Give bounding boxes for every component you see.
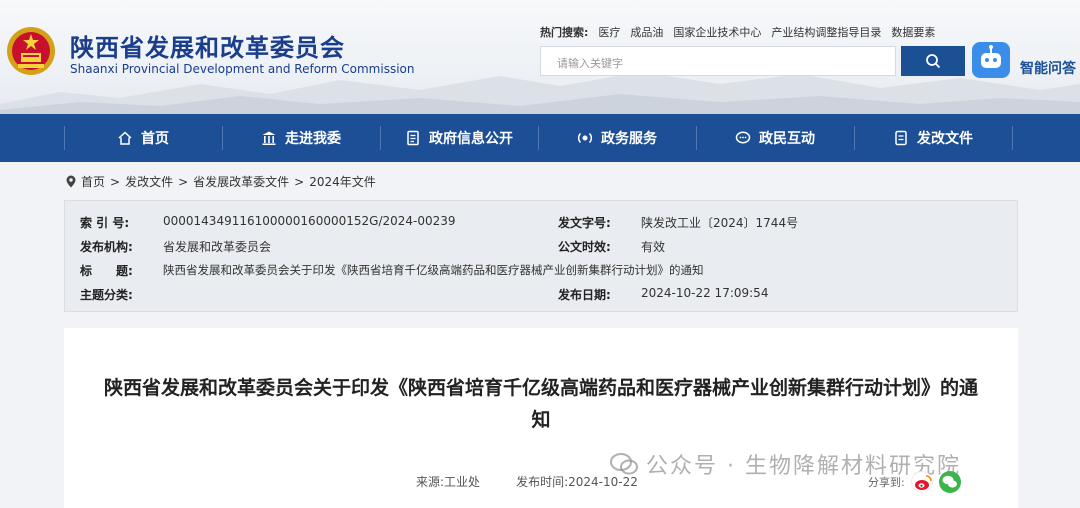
topic-label: 主题分类: [80,288,133,302]
time-label: 发布时间: [516,475,569,489]
site-title[interactable]: 陕西省发展和改革委员会 [70,28,345,63]
weibo-icon [914,475,932,490]
chat-icon [735,131,751,144]
search-icon [926,54,941,69]
national-emblem-icon [7,27,55,75]
main-nav: 首页 走进我委 政府信息公开 政务服务 政民互动 发改文件 [0,114,1080,162]
hot-search-row: 热门搜索: 医疗 成品油 国家企业技术中心 产业结构调整指导目录 数据要素 [540,24,935,40]
nav-label: 发改文件 [917,131,973,147]
share-label: 分享到: [868,476,905,489]
breadcrumb-separator: > [110,174,121,189]
service-icon [577,132,593,144]
nav-item-documents[interactable]: 发改文件 [854,114,1012,162]
article-info: 来源:工业处 发布时间:2024-10-22 [416,473,638,490]
breadcrumb: 首页 > 发改文件 > 省发展改革委文件 > 2024年文件 [66,173,376,190]
breadcrumb-separator: > [294,174,305,189]
nav-label: 走进我委 [285,131,341,147]
home-icon [118,131,132,145]
breadcrumb-documents[interactable]: 发改文件 [125,173,173,190]
issuing-org-value: 省发展和改革委员会 [163,240,272,254]
publish-date-label: 发布日期: [558,288,611,302]
article-source: 来源:工业处 [416,473,480,490]
nav-label: 首页 [141,131,169,147]
document-metadata-panel: 索 引 号: 000014349116100000160000152G/2024… [64,200,1018,312]
hot-link-oil[interactable]: 成品油 [630,24,663,40]
file-icon [895,130,907,146]
breadcrumb-commission-docs[interactable]: 省发展改革委文件 [193,173,289,190]
nav-item-about[interactable]: 走进我委 [222,114,380,162]
hot-link-industry-catalog[interactable]: 产业结构调整指导目录 [771,24,881,40]
breadcrumb-2024-docs[interactable]: 2024年文件 [309,173,376,190]
doc-title-value: 陕西省发展和改革委员会关于印发《陕西省培育千亿级高端药品和医疗器械产业创新集群行… [163,263,704,277]
search-input[interactable]: 请输入关键字 [540,46,896,76]
hot-link-medical[interactable]: 医疗 [598,24,620,40]
location-pin-icon [66,175,76,188]
building-icon [262,131,276,145]
source-value: 工业处 [444,475,481,489]
ai-assistant-label[interactable]: 智能问答 [1020,58,1076,78]
hot-link-tech-center[interactable]: 国家企业技术中心 [673,24,761,40]
nav-label: 政务服务 [601,131,657,147]
nav-item-services[interactable]: 政务服务 [538,114,696,162]
hot-search-label: 热门搜索: [540,26,589,39]
wechat-watermark-icon [610,453,638,475]
source-label: 来源: [416,475,445,489]
nav-divider [1012,126,1013,150]
index-number-value: 000014349116100000160000152G/2024-00239 [163,214,456,228]
search-button[interactable] [901,46,965,76]
breadcrumb-home[interactable]: 首页 [81,173,105,190]
wechat-share-button[interactable] [938,471,961,493]
share-bar: 分享到: [868,471,961,493]
robot-icon [981,45,1001,68]
index-number-label: 索 引 号: [80,216,130,230]
site-header: 陕西省发展和改革委员会 Shaanxi Provincial Developme… [0,0,1080,114]
validity-value: 有效 [641,240,666,254]
doc-number-value: 陕发改工业〔2024〕1744号 [641,216,799,230]
document-icon [407,130,419,146]
site-subtitle: Shaanxi Provincial Development and Refor… [70,62,415,76]
hot-link-data-elements[interactable]: 数据要素 [891,24,935,40]
issuing-org-label: 发布机构: [80,240,133,254]
breadcrumb-separator: > [178,174,189,189]
nav-label: 政府信息公开 [429,131,513,147]
doc-number-label: 发文字号: [558,216,611,230]
wechat-icon [942,475,957,488]
nav-item-interaction[interactable]: 政民互动 [696,114,854,162]
nav-item-gov-info[interactable]: 政府信息公开 [380,114,538,162]
article-title: 陕西省发展和改革委员会关于印发《陕西省培育千亿级高端药品和医疗器械产业创新集群行… [104,377,979,431]
publish-date-value: 2024-10-22 17:09:54 [641,286,769,300]
validity-label: 公文时效: [558,240,611,254]
doc-title-label: 标 题: [80,264,133,278]
weibo-share-button[interactable] [910,471,933,493]
ai-assistant-button[interactable] [972,42,1010,78]
nav-item-home[interactable]: 首页 [64,114,222,162]
nav-label: 政民互动 [759,131,815,147]
